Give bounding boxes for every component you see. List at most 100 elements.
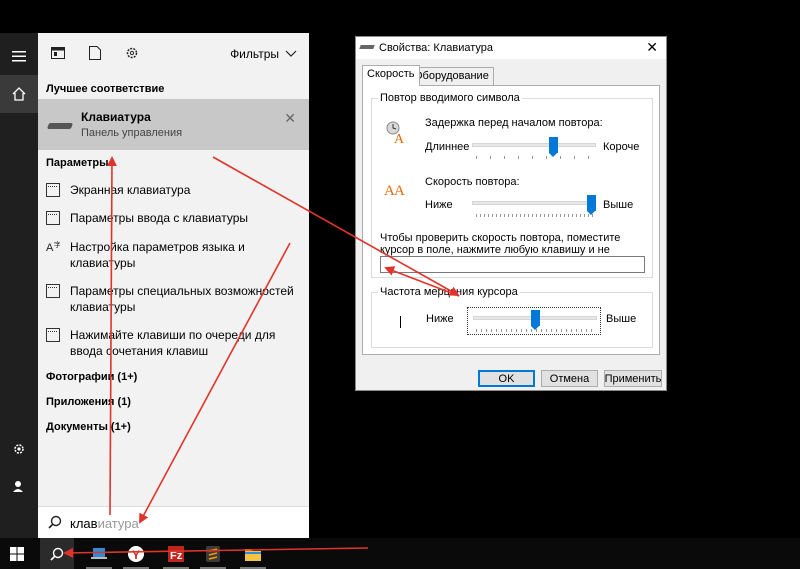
apply-button[interactable]: Применить	[604, 370, 662, 387]
category-apps[interactable]: Приложения (1)	[46, 396, 131, 408]
filters-dropdown[interactable]: Фильтры	[230, 47, 297, 61]
repeat-delay-icon: A	[386, 121, 405, 145]
settings-section-header: Параметры	[46, 157, 109, 169]
search-input[interactable]: клавиатура	[38, 506, 309, 538]
document-icon	[89, 46, 101, 60]
tab-speed[interactable]: Скорость	[362, 65, 420, 86]
repeat-rate-icon: A A	[384, 183, 405, 199]
repeat-group-title: Повтор вводимого символа	[378, 92, 522, 104]
ok-button[interactable]: OK	[478, 370, 535, 387]
apps-filter-button[interactable]	[50, 45, 66, 61]
rate-max-label: Выше	[603, 199, 634, 211]
list-item-label: Параметры ввода с клавиатуры	[70, 211, 249, 225]
blink-slider-thumb[interactable]	[530, 310, 540, 330]
settings-button[interactable]	[0, 430, 38, 468]
start-button[interactable]	[0, 538, 34, 569]
rate-label: Скорость повтора:	[425, 176, 520, 188]
laptop-app-icon	[91, 547, 107, 559]
list-item[interactable]: Экранная клавиатура	[46, 182, 306, 198]
app-window-icon	[51, 47, 65, 59]
list-item[interactable]: A字 Настройка параметров языка и клавиату…	[46, 239, 306, 271]
hamburger-icon	[12, 51, 26, 62]
taskbar-app-installer[interactable]	[82, 538, 116, 569]
svg-text:Y: Y	[132, 548, 140, 562]
list-item[interactable]: Нажимайте клавиши по очереди для ввода с…	[46, 327, 306, 359]
list-item[interactable]: Параметры ввода с клавиатуры	[46, 210, 306, 226]
delay-min-label: Длиннее	[425, 141, 470, 153]
keyboard-icon	[359, 45, 375, 49]
close-icon[interactable]: ✕	[284, 110, 296, 127]
hamburger-menu-button[interactable]	[0, 37, 38, 75]
repeat-group: Повтор вводимого символа A Задержка пере…	[371, 92, 653, 278]
best-match-header: Лучшее соответствие	[46, 83, 165, 95]
blink-max-label: Выше	[606, 313, 637, 325]
search-panel: Фильтры Лучшее соответствие Клавиатура П…	[38, 33, 309, 538]
tab-hardware[interactable]: Оборудование	[409, 67, 494, 85]
svg-text:Fz: Fz	[170, 550, 183, 562]
cursor-preview	[400, 316, 401, 328]
taskbar-yandex-browser[interactable]: Y	[119, 538, 153, 569]
taskbar-file-explorer[interactable]	[236, 538, 270, 569]
category-documents[interactable]: Документы (1+)	[46, 421, 131, 433]
user-icon	[13, 481, 23, 492]
delay-label: Задержка перед началом повтора:	[425, 117, 603, 129]
dialog-titlebar[interactable]: Свойства: Клавиатура ✕	[356, 37, 666, 59]
user-feedback-button[interactable]	[0, 467, 38, 505]
rate-slider[interactable]	[472, 193, 596, 219]
documents-filter-button[interactable]	[87, 45, 103, 61]
delay-max-label: Короче	[603, 141, 640, 153]
best-match-subtitle: Панель управления	[81, 127, 183, 139]
search-suggestion-text: иатура	[97, 516, 139, 531]
delay-slider-ticks	[476, 156, 594, 159]
rate-min-label: Ниже	[425, 199, 453, 211]
keyboard-icon	[46, 328, 60, 342]
search-icon	[50, 547, 64, 561]
svg-text:A: A	[394, 183, 405, 199]
best-match-title: Клавиатура	[81, 110, 151, 124]
blink-min-label: Ниже	[426, 313, 454, 325]
cancel-button[interactable]: Отмена	[541, 370, 598, 387]
svg-text:A: A	[394, 132, 405, 145]
list-item-label: Нажимайте клавиши по очереди для ввода с…	[70, 328, 276, 358]
category-photos[interactable]: Фотографии (1+)	[46, 371, 137, 383]
taskbar-filezilla[interactable]: Fz	[159, 538, 193, 569]
home-icon	[12, 87, 26, 101]
start-rail	[0, 33, 38, 538]
delay-slider-track	[472, 143, 596, 147]
keyboard-icon	[46, 183, 60, 197]
keyboard-properties-dialog: Свойства: Клавиатура ✕ Скорость Оборудов…	[355, 36, 667, 391]
dialog-title: Свойства: Клавиатура	[379, 42, 493, 54]
filters-label: Фильтры	[230, 47, 279, 61]
windows-logo-icon	[10, 546, 24, 561]
list-item[interactable]: Параметры специальных возможностей клави…	[46, 283, 306, 315]
best-match-result[interactable]: Клавиатура Панель управления ✕	[38, 99, 309, 150]
gear-icon	[126, 47, 138, 59]
keyboard-icon	[46, 211, 60, 225]
blink-slider-ticks	[476, 329, 594, 332]
search-icon	[48, 515, 62, 532]
cursor-blink-group: Частота мерцания курсора Ниже Выше	[371, 286, 653, 348]
rate-slider-ticks	[476, 214, 594, 217]
chevron-down-icon	[285, 50, 297, 57]
delay-slider[interactable]	[472, 135, 596, 161]
delay-slider-thumb[interactable]	[549, 137, 559, 157]
taskbar-search-button[interactable]	[40, 538, 74, 569]
taskbar-sublime-text[interactable]	[196, 538, 230, 569]
cursor-blink-group-title: Частота мерцания курсора	[378, 286, 520, 298]
repeat-test-field[interactable]	[380, 256, 645, 273]
keyboard-icon	[46, 123, 74, 129]
list-item-label: Параметры специальных возможностей клави…	[70, 284, 294, 314]
folder-icon	[245, 548, 261, 561]
rate-slider-thumb[interactable]	[587, 195, 596, 215]
home-button[interactable]	[0, 75, 38, 113]
svg-text:字: 字	[54, 240, 60, 249]
language-icon: A字	[46, 240, 61, 254]
sublime-text-icon	[206, 545, 220, 562]
list-item-label: Настройка параметров языка и клавиатуры	[70, 240, 245, 270]
yandex-browser-icon: Y	[128, 545, 144, 562]
list-item-label: Экранная клавиатура	[70, 183, 191, 197]
blink-slider[interactable]	[467, 307, 601, 335]
taskbar: Y Fz	[0, 538, 800, 569]
close-icon[interactable]: ✕	[646, 39, 658, 56]
settings-filter-button[interactable]	[124, 45, 140, 61]
